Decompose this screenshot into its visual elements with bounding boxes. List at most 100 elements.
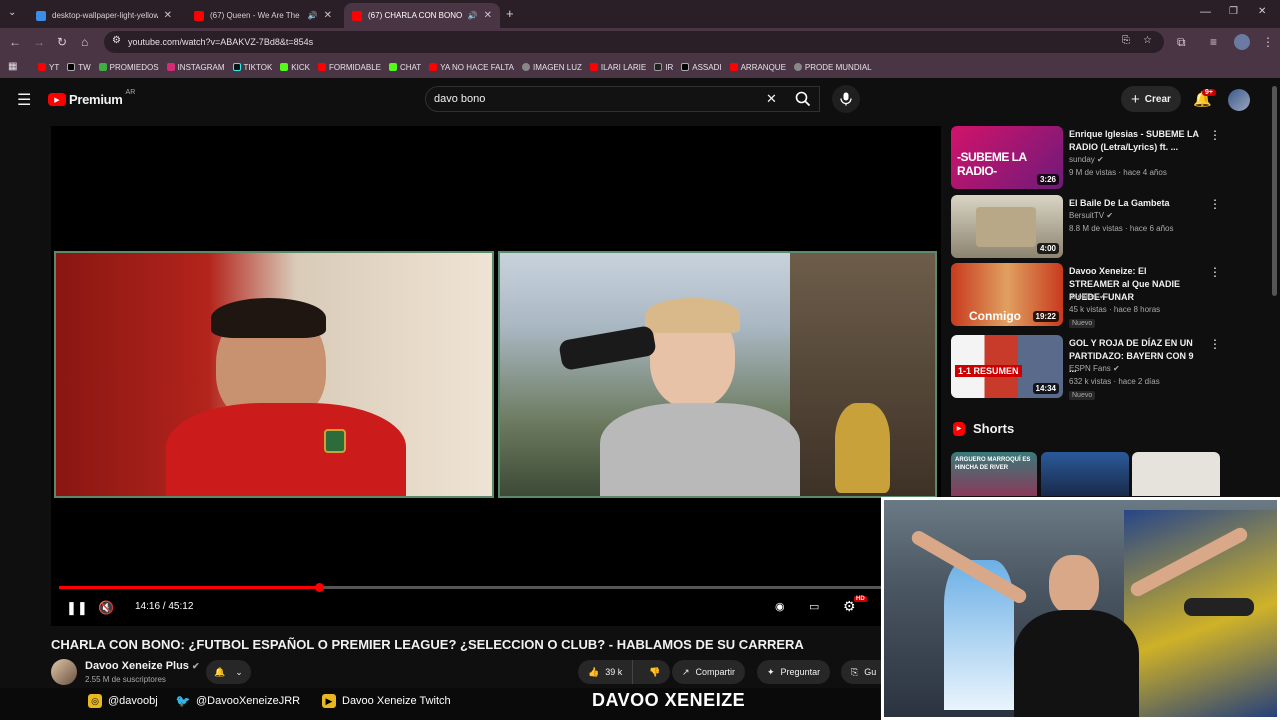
speaker-icon[interactable]: 🔊 xyxy=(468,11,478,20)
suggestion-channel[interactable]: axeldea ✔ xyxy=(1069,292,1106,301)
suggestion-channel[interactable]: ESPN Fans ✔ xyxy=(1069,364,1120,373)
more-options-icon[interactable]: ⋮ xyxy=(1209,128,1221,142)
account-avatar[interactable] xyxy=(1228,89,1250,111)
tab-1[interactable]: desktop-wallpaper-light-yellow... ✕ xyxy=(28,3,180,28)
bookmark-ya-no-hace-falta[interactable]: YA NO HACE FALTA xyxy=(429,63,514,72)
reading-list-icon[interactable]: ≡ xyxy=(1210,35,1217,49)
new-badge: Nuevo xyxy=(1069,391,1096,400)
profile-avatar[interactable] xyxy=(1234,34,1250,50)
more-options-icon[interactable]: ⋮ xyxy=(1209,337,1221,351)
bookmark-star-icon[interactable]: ☆ xyxy=(1143,35,1152,46)
share-button[interactable]: ↗ Compartir xyxy=(672,660,746,684)
tab-title: (67) Queen - We Are The C... xyxy=(210,11,302,20)
youtube-logo[interactable]: ▶ Premium AR xyxy=(48,89,135,107)
suggestion-item[interactable]: 1-1 RESUMEN 14:34 GOL Y ROJA DE DÍAZ EN … xyxy=(951,335,1280,400)
bookmark-ir[interactable]: IR xyxy=(654,63,673,72)
speaker-icon[interactable]: 🔊 xyxy=(308,11,318,20)
bookmark-assadi[interactable]: ASSADI xyxy=(681,63,722,72)
like-button[interactable]: 👍 39 k xyxy=(578,660,634,684)
tab-3-active[interactable]: (67) CHARLA CON BONO: ... 🔊 ✕ xyxy=(344,3,500,28)
close-window-icon[interactable]: ✕ xyxy=(1258,6,1266,17)
page-scrollbar[interactable] xyxy=(1272,86,1277,296)
more-options-icon[interactable]: ⋮ xyxy=(1209,197,1221,211)
close-icon[interactable]: ✕ xyxy=(324,10,332,21)
suggestion-channel[interactable]: sunday ✔ xyxy=(1069,155,1104,164)
apps-icon[interactable]: ▦ xyxy=(8,61,17,72)
band-photo xyxy=(976,207,1036,247)
autoplay-toggle-icon[interactable]: ◉ xyxy=(775,600,785,613)
close-icon[interactable]: ✕ xyxy=(164,10,172,21)
search-button[interactable] xyxy=(785,86,820,112)
restore-icon[interactable]: ❐ xyxy=(1229,6,1238,17)
duration-badge: 14:34 xyxy=(1032,383,1059,394)
home-icon[interactable]: ⌂ xyxy=(81,35,88,49)
bookmark-label: PRODE MUNDIAL xyxy=(804,62,872,72)
ask-button[interactable]: ✦ Preguntar xyxy=(757,660,831,684)
mute-icon[interactable]: 🔇 xyxy=(98,600,114,616)
youtube-icon xyxy=(429,63,438,71)
suggestion-channel[interactable]: BersuitTV ✔ xyxy=(1069,211,1113,220)
verified-icon: ✔ xyxy=(1113,364,1120,373)
tab-search-icon[interactable]: ⌄ xyxy=(8,7,16,18)
bookmark-prode-mundial[interactable]: PRODE MUNDIAL xyxy=(793,62,872,72)
youtube-icon xyxy=(194,10,204,21)
suggestion-item[interactable]: 4:00 El Baile De La Gambeta BersuitTV ✔ … xyxy=(951,195,1280,259)
bookmark-ilari-larie[interactable]: ILARI LARIE xyxy=(589,63,646,72)
shorts-icon: ▶ xyxy=(953,421,965,436)
channel-text: BersuitTV xyxy=(1069,211,1105,220)
search-input[interactable]: davo bono ✕ xyxy=(425,86,820,112)
thumbnail-text: Conmigo xyxy=(969,309,1021,323)
new-tab-icon[interactable]: + xyxy=(506,6,514,21)
clear-search-icon[interactable]: ✕ xyxy=(766,91,777,107)
bookmark-chat[interactable]: CHAT xyxy=(388,63,421,72)
back-icon[interactable]: ← xyxy=(9,35,21,49)
minimize-icon[interactable]: — xyxy=(1200,6,1211,18)
hamburger-menu-icon[interactable]: ☰ xyxy=(17,90,31,110)
pause-button[interactable]: ❚❚ xyxy=(66,600,88,616)
tab-2[interactable]: (67) Queen - We Are The C... 🔊 ✕ xyxy=(186,3,340,28)
create-button[interactable]: + Crear xyxy=(1121,86,1181,112)
bookmark-kick[interactable]: KICK xyxy=(280,63,310,72)
bookmark-yt[interactable]: YT xyxy=(38,63,59,72)
youtube-icon xyxy=(589,63,598,71)
bookmark-tiktok[interactable]: TIKTOK xyxy=(232,63,272,72)
voice-search-button[interactable] xyxy=(832,85,860,113)
verified-icon: ✔ xyxy=(192,661,200,671)
thumbnail-text: 1-1 RESUMEN xyxy=(955,365,1022,377)
channel-avatar[interactable] xyxy=(51,659,77,685)
short-thumbnail[interactable] xyxy=(1132,452,1220,496)
save-button[interactable]: ⎘ Gu xyxy=(841,660,881,684)
extensions-icon[interactable]: ⧉ xyxy=(1177,35,1186,50)
suggestion-item[interactable]: Conmigo 19:22 Davoo Xeneize: El STREAMER… xyxy=(951,263,1280,328)
bookmark-arranque[interactable]: ARRANQUE xyxy=(729,63,786,72)
channel-name[interactable]: Davoo Xeneize Plus ✔ xyxy=(85,660,200,672)
subtitles-icon[interactable]: ▭ xyxy=(809,600,819,613)
video-player[interactable]: ❚❚ 🔇 14:16 / 45:12 ◉ ▭ ⚙ HD xyxy=(51,126,941,626)
progress-scrubber[interactable] xyxy=(315,583,324,592)
address-bar[interactable]: ⚙ youtube.com/watch?v=ABAKVZ-7Bd8&t=854s… xyxy=(104,31,1164,53)
menu-icon[interactable]: ⋮ xyxy=(1262,35,1274,49)
mouse-cursor xyxy=(532,489,544,501)
site-info-icon[interactable]: ⚙ xyxy=(112,35,121,46)
bookmark-instagram[interactable]: INSTAGRAM xyxy=(166,63,225,72)
reload-icon[interactable]: ↻ xyxy=(57,35,67,49)
bookmark-promiedos[interactable]: PROMIEDOS xyxy=(98,63,159,72)
bookmark-formidable[interactable]: FORMIDABLE xyxy=(317,63,381,72)
forward-icon[interactable]: → xyxy=(33,35,45,49)
install-icon[interactable]: ⎘ xyxy=(1122,35,1130,46)
dislike-button[interactable]: 👎 xyxy=(639,667,670,678)
verified-icon: ✔ xyxy=(1106,211,1114,220)
short-thumbnail[interactable] xyxy=(1041,452,1129,496)
close-icon[interactable]: ✕ xyxy=(484,10,492,21)
short-thumbnail[interactable]: ARGUERO MARROQUÍ ES HINCHA DE RIVER xyxy=(951,452,1037,496)
subscribe-bell-button[interactable]: 🔔 ⌄ xyxy=(206,660,251,684)
bookmarks-bar: ▦ YT TW PROMIEDOS INSTAGRAM TIKTOK KICK … xyxy=(0,56,1280,78)
duration-badge: 4:00 xyxy=(1036,243,1059,254)
bookmark-tw[interactable]: TW xyxy=(67,63,91,72)
url-text: youtube.com/watch?v=ABAKVZ-7Bd8&t=854s xyxy=(128,37,314,47)
progress-played xyxy=(59,586,319,589)
suggestion-item[interactable]: -SUBEME LA RADIO- 3:26 Enrique Iglesias … xyxy=(951,126,1280,190)
more-options-icon[interactable]: ⋮ xyxy=(1209,265,1221,279)
video-thumbnail: -SUBEME LA RADIO- 3:26 xyxy=(951,126,1063,189)
bookmark-imagen-luz[interactable]: IMAGEN LUZ xyxy=(521,63,582,72)
